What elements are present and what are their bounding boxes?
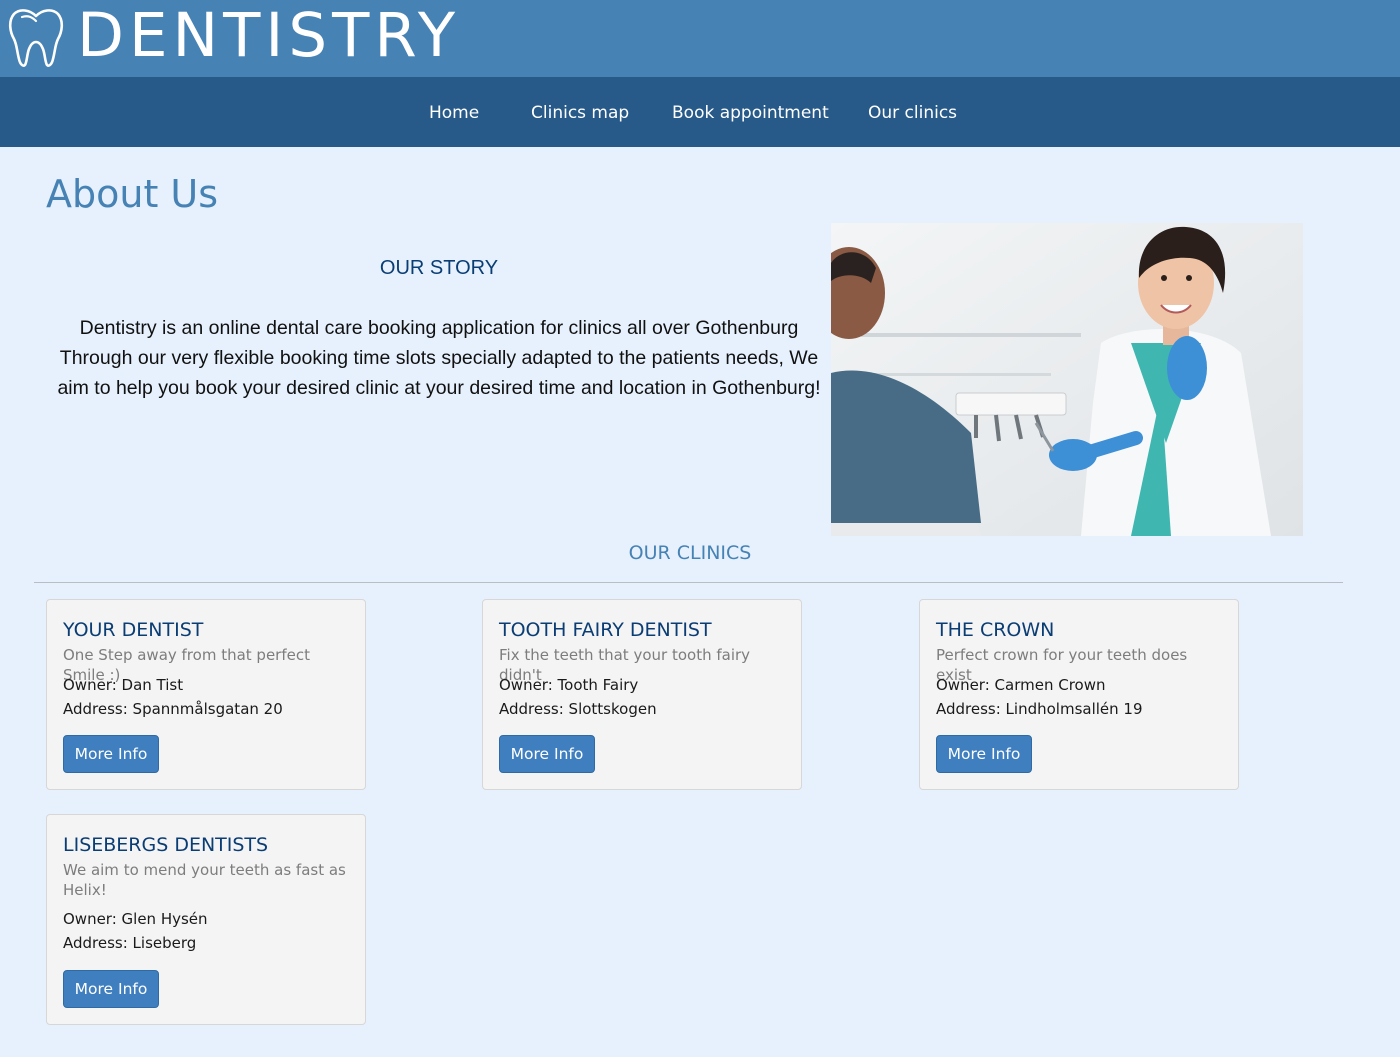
- nav-our-clinics[interactable]: Our clinics: [868, 101, 957, 125]
- clinic-title: THE CROWN: [936, 619, 1055, 641]
- section-divider: [34, 582, 1343, 583]
- clinic-address: Address: Liseberg: [63, 934, 197, 952]
- more-info-button[interactable]: More Info: [499, 735, 595, 773]
- clinic-card: LISEBERGS DENTISTS We aim to mend your t…: [46, 814, 366, 1025]
- clinic-owner: Owner: Dan Tist: [63, 676, 184, 694]
- dentist-illustration: [831, 223, 1303, 536]
- tooth-icon[interactable]: [8, 6, 64, 68]
- clinic-address: Address: Lindholmsallén 19: [936, 700, 1143, 718]
- clinic-owner: Owner: Carmen Crown: [936, 676, 1106, 694]
- clinic-card: TOOTH FAIRY DENTIST Fix the teeth that y…: [482, 599, 802, 790]
- story-heading: OUR STORY: [379, 257, 499, 279]
- page-title: About Us: [46, 172, 219, 216]
- clinic-owner: Owner: Tooth Fairy: [499, 676, 639, 694]
- clinic-card: THE CROWN Perfect crown for your teeth d…: [919, 599, 1239, 790]
- clinic-address: Address: Spannmålsgatan 20: [63, 700, 283, 718]
- clinic-tagline: We aim to mend your teeth as fast as Hel…: [63, 861, 346, 899]
- clinic-owner: Owner: Glen Hysén: [63, 910, 208, 928]
- clinic-title: YOUR DENTIST: [63, 619, 204, 641]
- story-text: Dentistry is an online dental care booki…: [57, 317, 821, 399]
- clinic-title: TOOTH FAIRY DENTIST: [499, 619, 712, 641]
- clinic-title: LISEBERGS DENTISTS: [63, 834, 269, 856]
- nav-book-appointment[interactable]: Book appointment: [672, 101, 829, 125]
- more-info-button[interactable]: More Info: [63, 735, 159, 773]
- site-logo-text[interactable]: DENTISTRY: [77, 0, 460, 74]
- nav-home[interactable]: Home: [429, 101, 479, 125]
- clinics-heading: OUR CLINICS: [628, 542, 752, 564]
- dentist-photo: [831, 223, 1303, 536]
- more-info-button[interactable]: More Info: [63, 970, 159, 1008]
- site-header: DENTISTRY: [0, 0, 1400, 77]
- clinic-address: Address: Slottskogen: [499, 700, 657, 718]
- nav-clinics-map[interactable]: Clinics map: [531, 101, 629, 125]
- main-navbar: Home Clinics map Book appointment Our cl…: [0, 77, 1400, 147]
- more-info-button[interactable]: More Info: [936, 735, 1032, 773]
- clinic-card: YOUR DENTIST One Step away from that per…: [46, 599, 366, 790]
